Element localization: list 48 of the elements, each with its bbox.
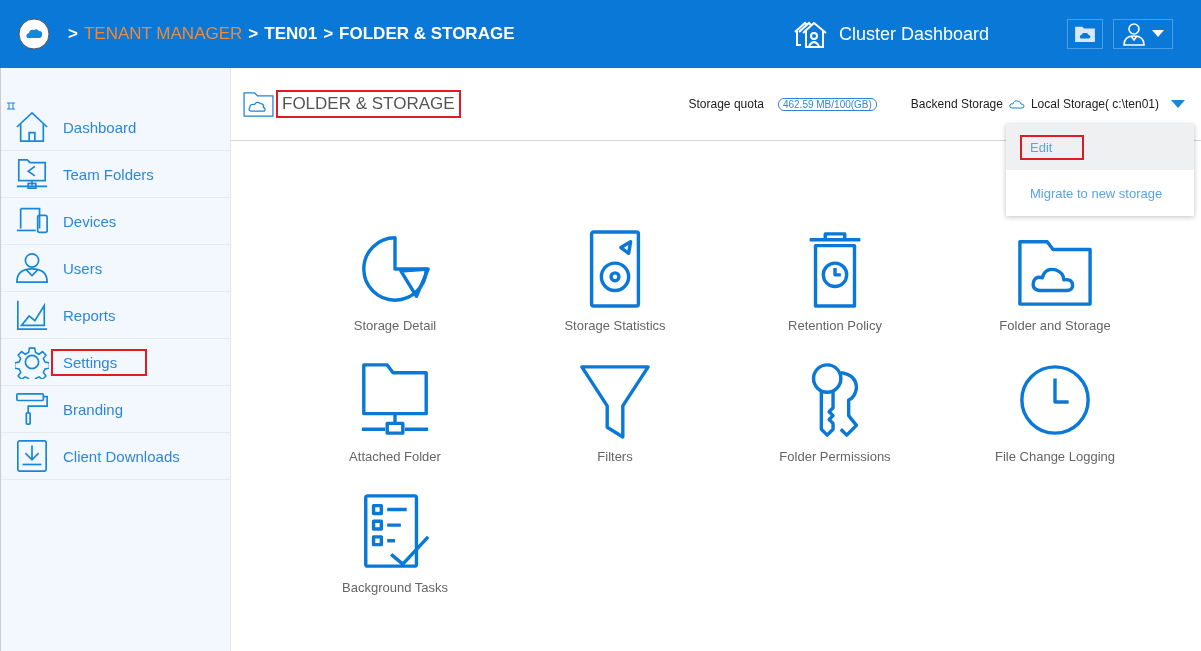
sidebar-icon <box>15 110 49 144</box>
menu-item[interactable]: Migrate to new storage <box>1020 180 1173 206</box>
tile-label: Storage Detail <box>353 318 437 333</box>
tile-label: Background Tasks <box>342 580 448 595</box>
sidebar-item[interactable]: Users <box>51 254 115 282</box>
tile-label: Attached Folder <box>349 449 441 464</box>
sidebar-item[interactable]: Devices <box>51 207 129 235</box>
tile-label: Filters <box>597 449 633 464</box>
tile-label: Storage Statistics <box>564 318 666 333</box>
tile-label: Folder and Storage <box>999 318 1111 333</box>
sidebar-item[interactable]: Team Folders <box>51 160 166 188</box>
tile-label: Retention Policy <box>788 318 882 333</box>
cloud-logo-icon[interactable] <box>18 18 50 50</box>
caret-icon[interactable] <box>1171 100 1185 108</box>
caret-icon <box>1152 30 1164 38</box>
cloud-icon <box>1008 99 1025 109</box>
sidebar-item[interactable]: Settings <box>51 348 148 376</box>
backend-storage-value: Local Storage( c:\ten01) <box>1030 97 1159 111</box>
tile-label: File Change Logging <box>995 449 1115 464</box>
backend-storage-label: Backend Storage <box>910 97 1003 111</box>
sidebar-item[interactable]: Dashboard <box>51 113 149 141</box>
sidebar-icon <box>15 392 49 426</box>
tile-label: Folder Permissions <box>779 449 891 464</box>
user-icon <box>1122 22 1146 46</box>
page-title: FOLDER & STORAGE <box>276 90 461 118</box>
menu-item[interactable]: Edit <box>1020 134 1085 160</box>
sidebar-icon <box>15 298 49 332</box>
breadcrumb-separator: > <box>248 24 259 44</box>
user-menu-button[interactable] <box>1113 19 1173 49</box>
breadcrumb-separator: > <box>323 24 334 44</box>
cloud-folder-icon <box>243 91 274 117</box>
storage-quota-badge: 462.59 MB/100(GB) <box>777 97 877 111</box>
breadcrumb-item: TEN01 <box>264 24 318 44</box>
sidebar-item[interactable]: Client Downloads <box>51 442 192 470</box>
houses-icon <box>792 19 829 49</box>
storage-quota-label: Storage quota <box>688 97 764 111</box>
cloud-folder-icon <box>1074 25 1096 43</box>
sidebar-icon <box>15 251 49 285</box>
breadcrumb-separator: > <box>68 24 78 44</box>
breadcrumb-item: FOLDER & STORAGE <box>339 24 515 44</box>
sidebar-item[interactable]: Branding <box>51 395 136 423</box>
cluster-dashboard-link[interactable]: Cluster Dashboard <box>838 23 989 45</box>
folder-button[interactable] <box>1067 19 1103 49</box>
sidebar-icon <box>15 345 49 379</box>
sidebar-icon <box>15 157 49 191</box>
collapse-icon[interactable] <box>6 102 16 110</box>
sidebar-item[interactable]: Reports <box>51 301 128 329</box>
sidebar-icon <box>15 439 49 473</box>
